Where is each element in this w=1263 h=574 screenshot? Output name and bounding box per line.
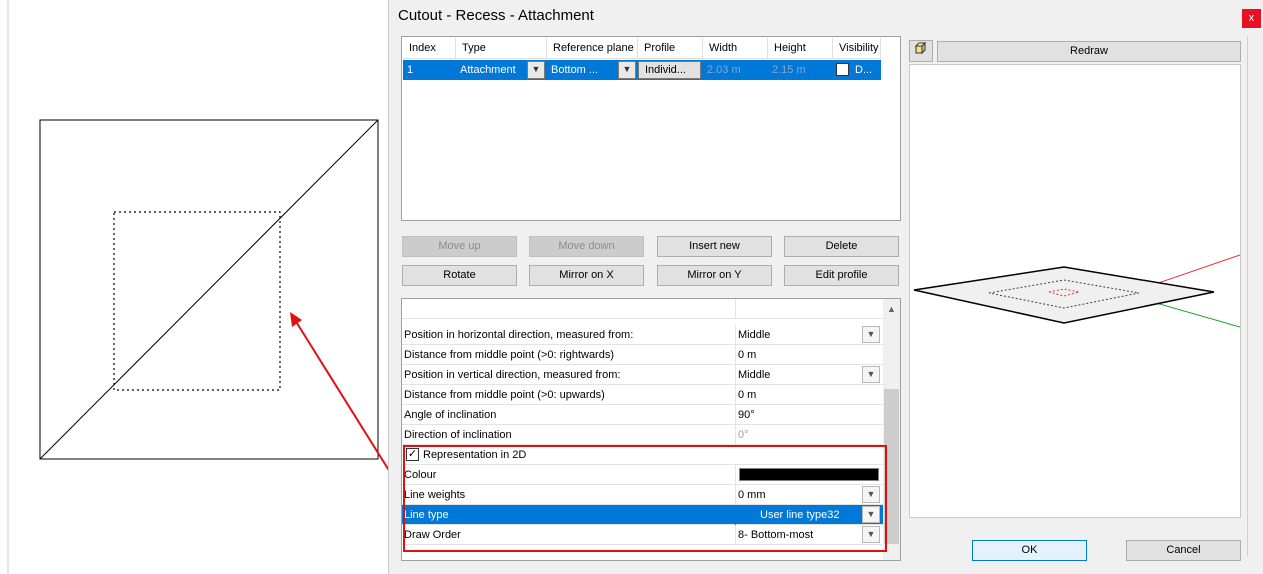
prop-dist-horizontal[interactable]: Distance from middle point (>0: rightwar… [402,345,883,365]
prop-value[interactable]: 8- Bottom-most [735,525,883,545]
prop-value: 0° [735,425,883,445]
screenshot-canvas: Cutout - Recess - Attachment x Index Typ… [0,0,1263,574]
prop-direction[interactable]: Direction of inclination 0° [402,425,883,445]
scroll-up-icon[interactable]: ▲ [883,301,900,318]
prop-label: Draw Order [404,529,461,541]
right-edge-divider [1247,36,1248,556]
header-profile[interactable]: Profile [638,38,703,59]
view-cube-button[interactable] [909,40,933,62]
prop-label: Line type [404,509,449,521]
move-up-button[interactable]: Move up [402,236,517,257]
type-dropdown-icon[interactable]: ▼ [527,61,545,79]
move-down-button[interactable]: Move down [529,236,644,257]
prop-dist-vertical[interactable]: Distance from middle point (>0: upwards)… [402,385,883,405]
properties-header-value [735,299,883,319]
table-row[interactable]: 1 Attachment ▼ Bottom ... ▼ Individ... 2… [403,60,881,80]
rotate-button[interactable]: Rotate [402,265,517,286]
prop-value[interactable]: 0 m [735,385,883,405]
prop-value[interactable]: Middle [735,365,883,385]
redraw-button[interactable]: Redraw [937,41,1241,62]
prop-value[interactable]: Middle [735,325,883,345]
properties-scrollbar[interactable]: ▲ [883,299,900,560]
repr2d-checkbox[interactable]: ✓ [406,448,419,461]
header-reference-plane[interactable]: Reference plane [547,38,638,59]
prop-angle[interactable]: Angle of inclination 90° [402,405,883,425]
properties-grid: Position in horizontal direction, measur… [401,298,901,561]
scroll-thumb[interactable] [884,389,899,544]
prop-label: Direction of inclination [404,429,512,441]
cell-reference-plane[interactable]: Bottom ... [547,60,619,80]
cancel-button[interactable]: Cancel [1126,540,1241,561]
close-button[interactable]: x [1242,9,1261,28]
header-width[interactable]: Width [703,38,768,59]
preview-drawing [913,254,1241,328]
cube-icon [914,41,927,55]
header-visibility[interactable]: Visibility [833,38,881,59]
prop-value[interactable]: 90° [735,405,883,425]
prop-representation-2d[interactable]: ✓ Representation in 2D [402,445,883,465]
table-header: Index Type Reference plane Profile Width… [403,38,881,59]
prop-value[interactable]: User line type32 [735,505,883,525]
cutout-dialog: Cutout - Recess - Attachment x Index Typ… [388,0,1263,574]
chevron-down-icon[interactable]: ▼ [862,526,880,543]
prop-label: Angle of inclination [404,409,497,421]
header-height[interactable]: Height [768,38,833,59]
cell-index: 1 [407,64,414,76]
cell-height[interactable]: 2.15 m [768,60,833,80]
attachments-table: Index Type Reference plane Profile Width… [401,36,901,221]
plan-diagonal [39,119,379,460]
mirror-x-button[interactable]: Mirror on X [529,265,644,286]
prop-pos-horizontal[interactable]: Position in horizontal direction, measur… [402,325,883,345]
visibility-checkbox[interactable] [836,63,849,76]
colour-swatch[interactable] [739,468,879,481]
chevron-down-icon[interactable]: ▼ [862,366,880,383]
profile-button[interactable]: Individ... [638,61,701,79]
edit-profile-button[interactable]: Edit profile [784,265,899,286]
prop-label: Representation in 2D [423,449,527,461]
reference-plane-dropdown-icon[interactable]: ▼ [618,61,636,79]
ok-button[interactable]: OK [972,540,1087,561]
3d-preview[interactable] [909,64,1241,518]
header-type[interactable]: Type [456,38,547,59]
prop-label: Position in vertical direction, measured… [404,369,621,381]
prop-draw-order[interactable]: Draw Order 8- Bottom-most ▼ [402,525,883,545]
insert-new-button[interactable]: Insert new [657,236,772,257]
prop-label: Distance from middle point (>0: upwards) [404,389,605,401]
prop-value[interactable]: 0 mm [735,485,883,505]
prop-label: Line weights [404,489,466,501]
delete-button[interactable]: Delete [784,236,899,257]
annotation-arrow [294,319,396,481]
mirror-y-button[interactable]: Mirror on Y [657,265,772,286]
cell-type[interactable]: Attachment [456,60,526,80]
chevron-down-icon[interactable]: ▼ [862,486,880,503]
prop-label: Colour [404,469,437,481]
properties-header-row [402,299,883,319]
slab-top [913,266,1215,324]
annotation-arrowhead [290,312,302,327]
prop-line-weights[interactable]: Line weights 0 mm ▼ [402,485,883,505]
prop-label: Position in horizontal direction, measur… [404,329,634,341]
header-index[interactable]: Index [403,38,456,59]
chevron-down-icon[interactable]: ▼ [862,326,880,343]
prop-value[interactable] [735,465,883,485]
cell-width[interactable]: 2.03 m [703,60,768,80]
prop-label: Distance from middle point (>0: rightwar… [404,349,614,361]
dialog-title: Cutout - Recess - Attachment [398,7,594,24]
cell-visibility: D... [855,64,873,76]
prop-pos-vertical[interactable]: Position in vertical direction, measured… [402,365,883,385]
prop-value[interactable]: 0 m [735,345,883,365]
prop-line-type[interactable]: Line type User line type32 ▼ [402,505,883,525]
prop-colour[interactable]: Colour [402,465,883,485]
chevron-down-icon[interactable]: ▼ [862,506,880,523]
